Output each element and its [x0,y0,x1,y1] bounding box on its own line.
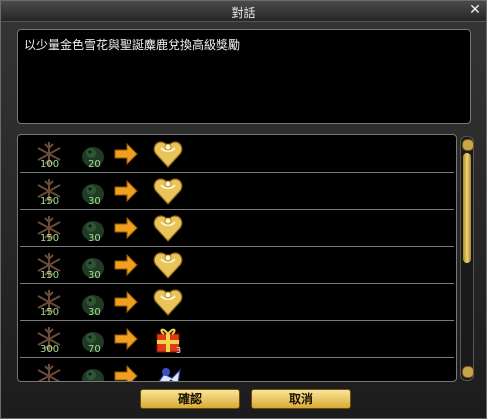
arrow-right-icon [114,364,138,381]
present-box-icon[interactable]: 3 [152,323,184,355]
dialog-title: 對話 [231,6,256,20]
golden-snowflake-icon [34,361,64,381]
exchange-row[interactable]: 150 30 [20,248,454,284]
arrow-right-icon [114,179,138,203]
exchange-row[interactable]: 150 30 [20,211,454,247]
svg-text:3: 3 [176,346,181,355]
reindeer-quantity: 100 [88,381,107,382]
exchange-row[interactable]: 500 100 [20,359,454,382]
reindeer-quantity: 70 [88,344,101,355]
dialog-window: 對話 ✕ 以少量金色雪花與聖誕麋鹿兌換高級獎勵 100 20 150 30 15… [0,0,487,419]
snowflake-quantity: 150 [40,233,60,244]
arrow-right-icon [114,290,138,314]
reindeer-quantity: 30 [88,233,101,244]
heart-gift-box-icon[interactable] [152,138,184,170]
reindeer-quantity: 30 [88,270,101,281]
exchange-row[interactable]: 150 30 [20,174,454,210]
scroll-up-button[interactable] [462,139,474,151]
arrow-right-icon [114,216,138,240]
snowflake-quantity: 500 [40,381,59,382]
snowflake-quantity: 150 [40,307,60,318]
dialog-titlebar[interactable]: 對話 ✕ [1,1,486,22]
mount-icon[interactable] [152,360,184,381]
snowflake-quantity: 300 [40,344,60,355]
scroll-down-button[interactable] [462,366,474,378]
heart-gift-box-icon[interactable] [152,249,184,281]
scroll-thumb[interactable] [463,153,471,263]
snowflake-quantity: 150 [40,196,60,207]
reindeer-quantity: 30 [88,307,101,318]
heart-gift-box-icon[interactable] [152,286,184,318]
heart-gift-box-icon[interactable] [152,212,184,244]
description-box: 以少量金色雪花與聖誕麋鹿兌換高級獎勵 [17,29,471,124]
confirm-button[interactable]: 確認 [140,389,240,409]
arrow-right-icon [114,327,138,351]
heart-gift-box-icon[interactable] [152,175,184,207]
reindeer-quantity: 20 [88,159,101,170]
exchange-row[interactable]: 100 20 [20,137,454,173]
scrollbar[interactable] [460,136,474,381]
reindeer-item-icon [78,361,108,381]
snowflake-quantity: 150 [40,270,60,281]
exchange-row[interactable]: 150 30 [20,285,454,321]
exchange-row[interactable]: 300 70 3 [20,322,454,358]
arrow-right-icon [114,253,138,277]
cancel-button[interactable]: 取消 [251,389,351,409]
snowflake-quantity: 100 [40,159,60,170]
arrow-right-icon [114,142,138,166]
close-icon[interactable]: ✕ [468,3,482,17]
reindeer-quantity: 30 [88,196,101,207]
exchange-list: 100 20 150 30 150 30 150 30 150 30 300 7… [17,134,457,382]
description-text: 以少量金色雪花與聖誕麋鹿兌換高級獎勵 [24,38,241,52]
